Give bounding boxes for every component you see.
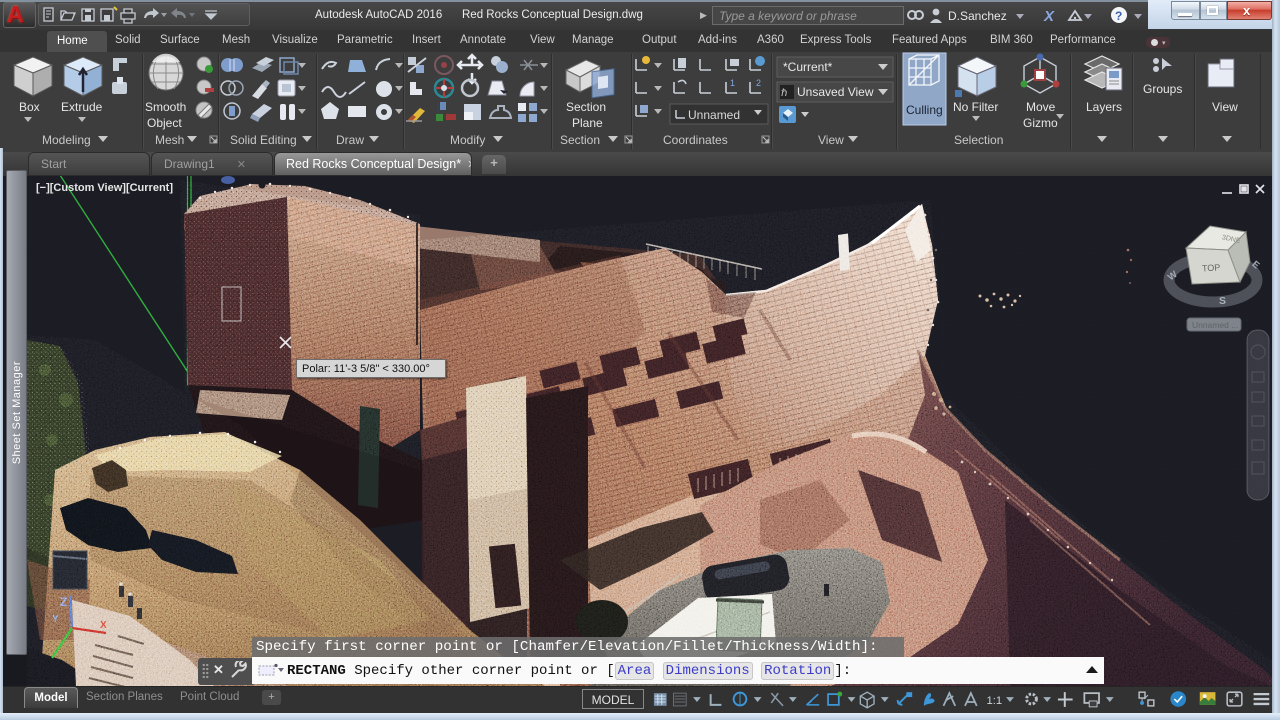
svg-text:TOP: TOP xyxy=(1202,262,1221,273)
svg-text:Modeling: Modeling xyxy=(42,133,91,147)
svg-text:Solid Editing: Solid Editing xyxy=(230,133,297,147)
svg-text:Draw: Draw xyxy=(336,133,364,147)
svg-text:Section: Section xyxy=(566,100,606,114)
svg-text:Mesh: Mesh xyxy=(155,133,184,147)
svg-text:Groups: Groups xyxy=(1143,82,1182,96)
svg-text:Smooth: Smooth xyxy=(145,100,186,114)
svg-text:View: View xyxy=(818,133,844,147)
svg-text:2: 2 xyxy=(756,78,761,88)
svg-text:Extrude: Extrude xyxy=(61,100,103,114)
svg-text:ℏ: ℏ xyxy=(781,88,787,99)
svg-text:Gizmo: Gizmo xyxy=(1023,116,1058,130)
svg-text:Move: Move xyxy=(1026,100,1056,114)
svg-text:Box: Box xyxy=(19,100,40,114)
svg-text:*Current*: *Current* xyxy=(783,60,833,74)
svg-text:View: View xyxy=(1212,100,1238,114)
svg-text:Plane: Plane xyxy=(572,116,603,130)
svg-text:Unsaved View: Unsaved View xyxy=(797,85,874,99)
svg-text:Object: Object xyxy=(147,116,182,130)
svg-text:Coordinates: Coordinates xyxy=(663,133,728,147)
svg-text:Unnamed ...: Unnamed ... xyxy=(1192,320,1238,330)
svg-text:1:1: 1:1 xyxy=(987,695,1003,707)
svg-text:S: S xyxy=(1219,295,1226,307)
svg-text:No Filter: No Filter xyxy=(953,100,998,114)
svg-text:D.Sanchez: D.Sanchez xyxy=(948,9,1007,23)
svg-text:X: X xyxy=(1043,8,1055,25)
svg-text:Culling: Culling xyxy=(906,103,943,117)
svg-text:Selection: Selection xyxy=(954,133,1003,147)
svg-text:?: ? xyxy=(1115,9,1122,23)
svg-text:Layers: Layers xyxy=(1086,100,1122,114)
svg-text:Section: Section xyxy=(560,133,600,147)
svg-text:Modify: Modify xyxy=(450,133,485,147)
svg-text:Unnamed: Unnamed xyxy=(688,108,740,122)
svg-text:1: 1 xyxy=(730,78,735,88)
